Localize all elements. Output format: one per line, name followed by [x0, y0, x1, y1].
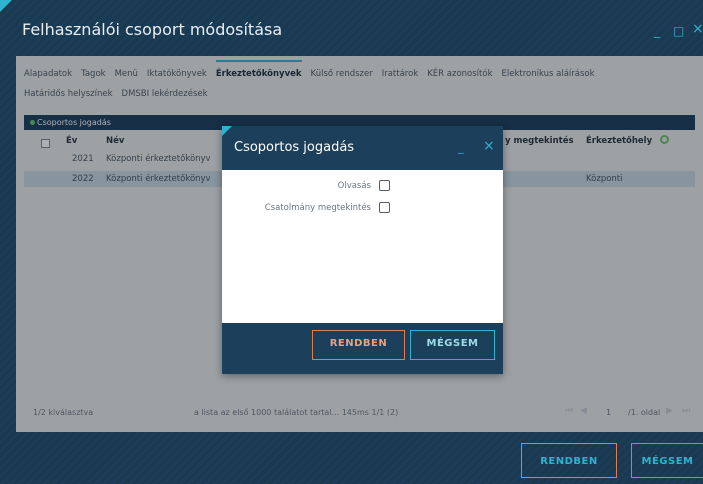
- attachment-view-label: Csatolmány megtekintés: [264, 203, 371, 213]
- dialog-ok-button[interactable]: RENDBEN: [312, 330, 405, 360]
- attachment-view-checkbox[interactable]: [379, 202, 390, 213]
- dialog-cancel-button[interactable]: MÉGSEM: [410, 330, 495, 360]
- ok-button[interactable]: RENDBEN: [521, 443, 617, 478]
- cancel-button[interactable]: MÉGSEM: [631, 443, 703, 478]
- dialog-header: Csoportos jogadás _ ×: [222, 126, 503, 170]
- close-button[interactable]: ×: [692, 21, 703, 37]
- dialog-footer: RENDBEN MÉGSEM: [222, 323, 503, 374]
- read-label: Olvasás: [337, 181, 371, 191]
- dialog-close-button[interactable]: ×: [483, 138, 495, 154]
- window-title: Felhasználói csoport módosítása: [22, 20, 283, 39]
- dialog-minimize-button[interactable]: _: [458, 141, 464, 154]
- dialog-corner-accent: [222, 126, 232, 136]
- window-corner-accent: [0, 0, 12, 12]
- maximize-button[interactable]: □: [673, 24, 684, 38]
- minimize-button[interactable]: _: [654, 24, 660, 38]
- group-permission-dialog: Csoportos jogadás _ × Olvasás Csatolmány…: [222, 126, 503, 374]
- dialog-title: Csoportos jogadás: [234, 140, 355, 155]
- read-checkbox[interactable]: [379, 180, 390, 191]
